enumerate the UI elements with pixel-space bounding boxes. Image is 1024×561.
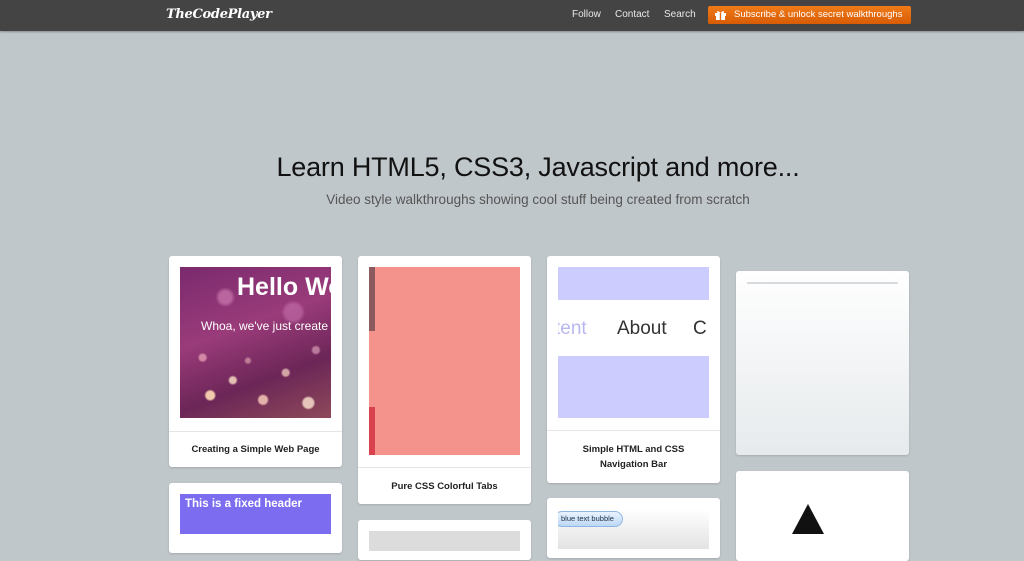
card-thumbnail: Hello Wo Whoa, we've just create (180, 267, 331, 418)
card-thumbnail (369, 531, 520, 551)
site-logo[interactable]: TheCodePlayer (166, 7, 272, 22)
gift-icon (715, 11, 726, 20)
card-title-line1: Simple HTML and CSS (582, 444, 685, 455)
top-bar: TheCodePlayer Follow Contact Search Subs… (0, 0, 1024, 31)
card-pure-css-colorful-tabs[interactable]: Pure CSS Colorful Tabs (358, 256, 531, 504)
card-row2-fourth[interactable] (736, 471, 909, 561)
tab-strip-dark (369, 267, 375, 331)
hero-subtitle: Video style walkthroughs showing cool st… (326, 192, 750, 207)
card-divider (547, 430, 720, 431)
card-simple-navigation-bar[interactable]: tent About C Simple HTML and CSS Navigat… (547, 256, 720, 483)
nav-follow[interactable]: Follow (572, 9, 601, 20)
subscribe-button[interactable]: Subscribe & unlock secret walkthroughs (708, 6, 911, 24)
nav-contact[interactable]: Contact (615, 9, 649, 20)
nav-preview-item-about: About (617, 318, 667, 339)
card-thumbnail: tent About C (558, 267, 709, 418)
triangle-shape (792, 504, 824, 534)
card-creating-simple-web-page[interactable]: Hello Wo Whoa, we've just create Creatin… (169, 256, 342, 467)
card-title: Pure CSS Colorful Tabs (358, 467, 531, 504)
text-bubble: blue text bubble (558, 511, 623, 527)
card-thumbnail: This is a fixed header (180, 494, 331, 534)
tab-strip-mid (369, 331, 375, 407)
thumb-heading: Hello Wo (237, 273, 331, 301)
subscribe-label: Subscribe & unlock secret walkthroughs (734, 9, 903, 20)
nav-preview-item-left: tent (558, 318, 587, 339)
card-thumbnail (369, 267, 520, 455)
card-title: Creating a Simple Web Page (169, 431, 342, 467)
nav-preview-bottom (558, 356, 709, 418)
card-text-bubble[interactable]: blue text bubble (547, 498, 720, 558)
nav-preview-top (558, 267, 709, 300)
thumb-text: Whoa, we've just create (201, 319, 329, 333)
nav-preview-item-right: C (693, 318, 707, 339)
card-title-line2: Navigation Bar (599, 459, 668, 470)
hero-title: Learn HTML5, CSS3, Javascript and more..… (276, 152, 800, 182)
card-fixed-header[interactable]: This is a fixed header (169, 483, 342, 553)
card-row2-second[interactable] (358, 520, 531, 560)
card-thumbnail: blue text bubble (558, 509, 709, 549)
card-line (747, 282, 898, 284)
card-untitled[interactable] (736, 271, 909, 455)
tab-strip-red (369, 407, 375, 455)
thumb-text: This is a fixed header (185, 498, 302, 510)
nav-search[interactable]: Search (664, 9, 696, 20)
